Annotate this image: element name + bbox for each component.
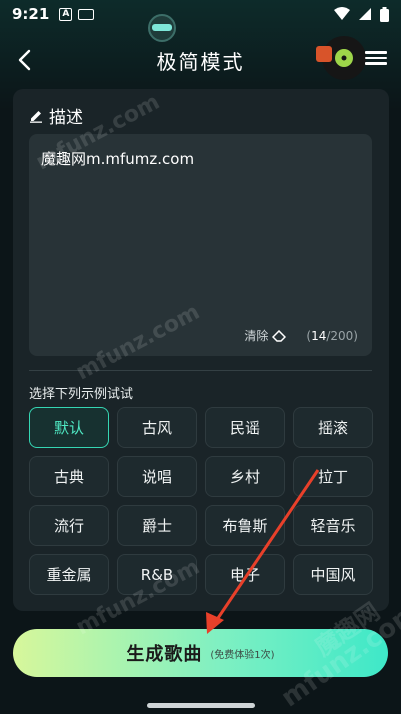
status-bar: 9:21 A — [0, 0, 401, 28]
keyboard-icon — [78, 8, 95, 20]
examples-label: 选择下列示例试试 — [29, 387, 134, 402]
generate-sub-label: (免费体验1次) — [210, 649, 275, 661]
chevron-left-icon — [18, 49, 31, 71]
section-divider — [29, 370, 372, 371]
style-chip[interactable]: 古风 — [117, 407, 197, 448]
style-chip[interactable]: 轻音乐 — [293, 505, 373, 546]
style-chip[interactable]: 爵士 — [117, 505, 197, 546]
style-chip[interactable]: 乡村 — [205, 456, 285, 497]
main-card: 描述 魔趣网m.mfumz.com 清除 (14/200) 选择下列示例试试 默… — [13, 89, 389, 611]
clear-counter-row: 清除 (14/200) — [244, 327, 358, 344]
style-chip[interactable]: 电子 — [205, 554, 285, 595]
style-chip[interactable]: 布鲁斯 — [205, 505, 285, 546]
status-time: 9:21 — [12, 5, 50, 23]
battery-icon — [380, 6, 389, 22]
clear-label: 清除 — [244, 329, 269, 343]
style-chip[interactable]: 民谣 — [205, 407, 285, 448]
generate-label: 生成歌曲 — [126, 644, 203, 665]
generate-song-button[interactable]: 生成歌曲 (免费体验1次) — [13, 629, 388, 677]
wifi-icon — [334, 7, 350, 20]
style-chip[interactable]: R&B — [117, 554, 197, 595]
top-app-bar: 极简模式 — [0, 14, 401, 84]
description-input[interactable]: 魔趣网m.mfumz.com 清除 (14/200) — [29, 134, 372, 356]
gesture-nav-bar — [147, 703, 255, 708]
style-chip[interactable]: 流行 — [29, 505, 109, 546]
signal-icon — [359, 8, 371, 20]
style-chip-grid: 默认 古风 民谣 摇滚 古典 说唱 乡村 拉丁 流行 爵士 布鲁斯 轻音乐 重金… — [29, 407, 374, 595]
back-button[interactable] — [12, 46, 40, 74]
eraser-icon — [272, 329, 287, 342]
style-chip[interactable]: 重金属 — [29, 554, 109, 595]
style-chip[interactable]: 默认 — [29, 407, 109, 448]
a-notification-icon: A — [59, 7, 73, 21]
style-chip[interactable]: 摇滚 — [293, 407, 373, 448]
description-heading-label: 描述 — [49, 108, 83, 128]
counter-current: 14 — [311, 328, 327, 343]
character-counter: (14/200) — [306, 329, 358, 343]
style-chip[interactable]: 古典 — [29, 456, 109, 497]
style-chip[interactable]: 中国风 — [293, 554, 373, 595]
style-chip[interactable]: 说唱 — [117, 456, 197, 497]
headphone-mascot-decoration — [148, 14, 176, 42]
clear-button[interactable]: 清除 — [244, 327, 287, 344]
pencil-icon — [30, 110, 42, 123]
description-heading: 描述 — [29, 103, 83, 128]
counter-max: /200) — [326, 328, 358, 343]
menu-button[interactable] — [365, 48, 387, 70]
vinyl-record-decoration — [316, 36, 366, 80]
style-chip[interactable]: 拉丁 — [293, 456, 373, 497]
description-value: 魔趣网m.mfumz.com — [41, 150, 195, 168]
page-title: 极简模式 — [156, 49, 245, 74]
